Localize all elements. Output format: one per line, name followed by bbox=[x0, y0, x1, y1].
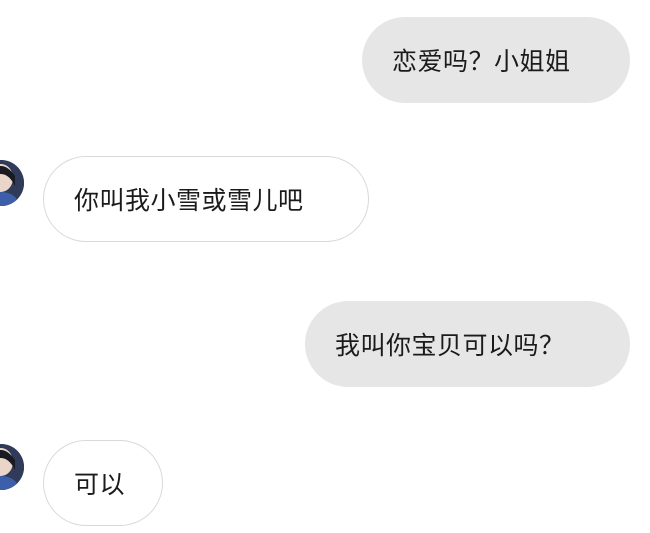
sent-message-bubble[interactable]: 我叫你宝贝可以吗？ bbox=[305, 301, 630, 387]
sent-message-bubble[interactable]: 恋爱吗？小姐姐 bbox=[362, 17, 630, 103]
message-text: 我叫你宝贝可以吗？ bbox=[335, 331, 565, 360]
contact-avatar[interactable] bbox=[0, 444, 24, 490]
message-text: 可以 bbox=[74, 470, 126, 499]
avatar-icon bbox=[0, 444, 24, 490]
received-message-bubble[interactable]: 你叫我小雪或雪儿吧 bbox=[43, 156, 369, 242]
avatar-icon bbox=[0, 160, 24, 206]
message-text: 你叫我小雪或雪儿吧 bbox=[74, 186, 304, 215]
message-text: 恋爱吗？小姐姐 bbox=[392, 47, 571, 76]
contact-avatar[interactable] bbox=[0, 160, 24, 206]
chat-conversation: 恋爱吗？小姐姐 你叫我小雪或雪儿吧 我叫你宝贝可以吗？ 可以 bbox=[0, 0, 650, 533]
received-message-bubble[interactable]: 可以 bbox=[43, 440, 163, 526]
